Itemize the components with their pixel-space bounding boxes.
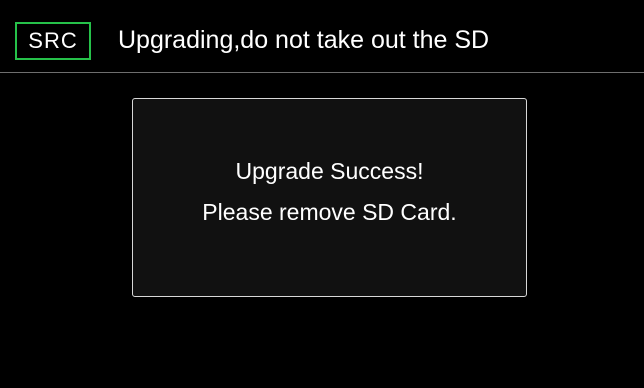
dialog-message-line-2: Please remove SD Card. <box>202 199 457 225</box>
dialog-message-line-1: Upgrade Success! <box>235 158 424 184</box>
upgrade-status-dialog: Upgrade Success! Please remove SD Card. <box>132 98 527 297</box>
device-screen: SRC Upgrading,do not take out the SD Upg… <box>0 0 644 388</box>
source-badge: SRC <box>15 22 91 60</box>
source-badge-label: SRC <box>28 28 78 53</box>
header-bar: SRC Upgrading,do not take out the SD <box>0 0 644 72</box>
header-divider <box>0 72 644 73</box>
header-title: Upgrading,do not take out the SD <box>118 26 490 54</box>
